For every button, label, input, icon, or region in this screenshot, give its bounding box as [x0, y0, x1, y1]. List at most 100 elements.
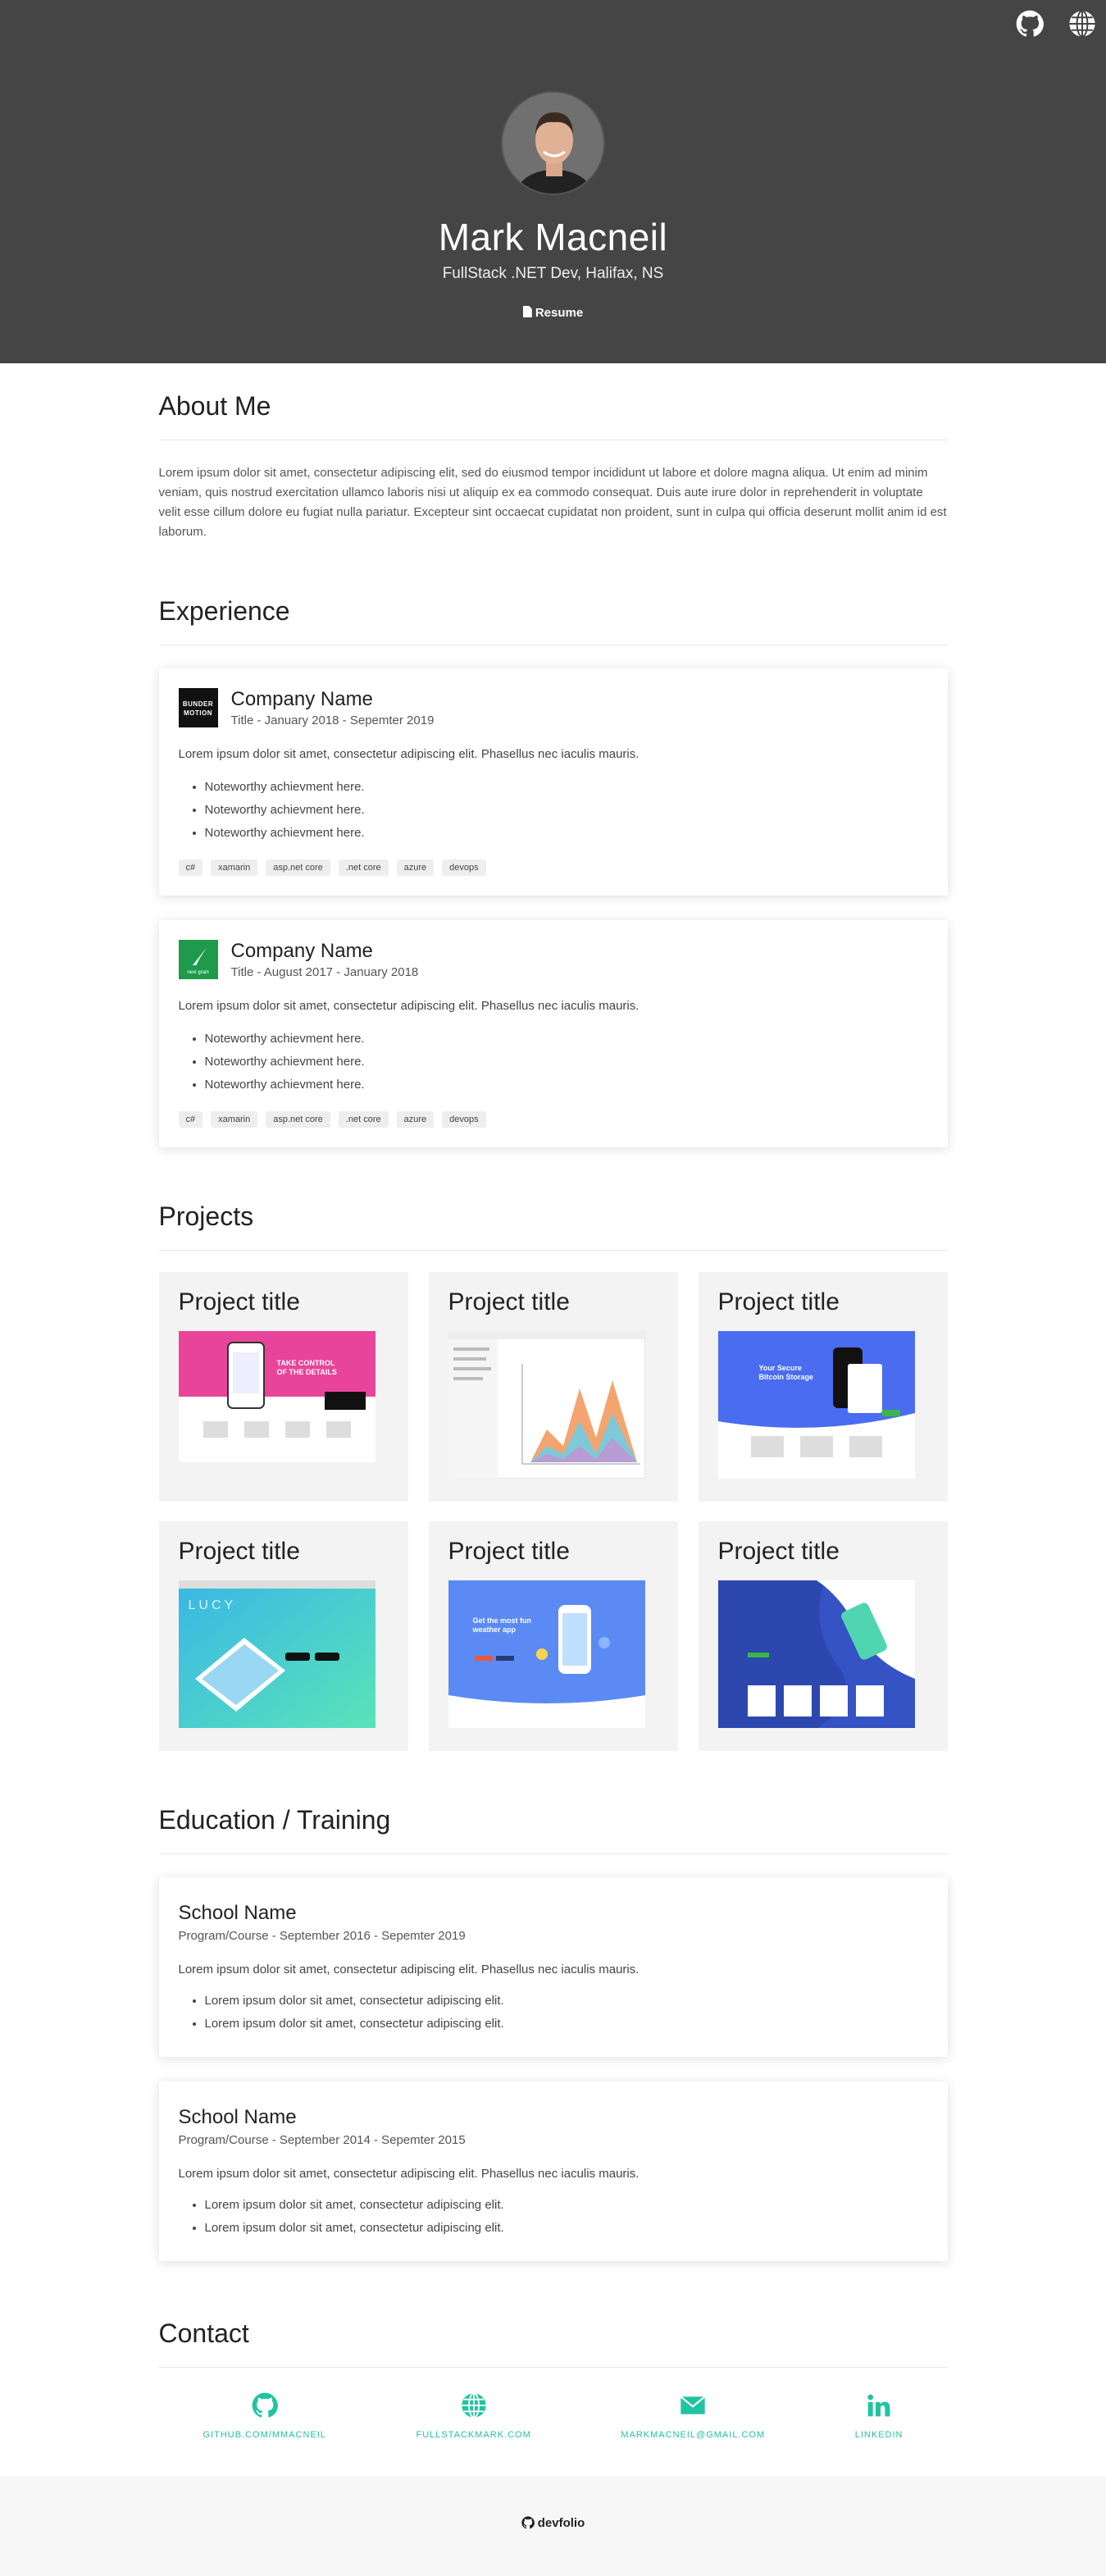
contact-email-link[interactable]: MARKMACNEIL@GMAIL.COM [621, 2392, 765, 2442]
project-title: Project title [717, 1288, 840, 1315]
projects-heading: Projects [158, 1201, 254, 1231]
project-card[interactable]: Project title Get the most fun weather a… [428, 1521, 678, 1751]
school-name: School Name [178, 2106, 297, 2128]
github-link[interactable] [1016, 10, 1044, 38]
footer-label: devfolio [537, 2516, 585, 2530]
job-meta: Title - January 2018 - Sepemter 2019 [230, 714, 435, 727]
education-card: School Name Program/Course - September 2… [158, 1877, 948, 2057]
project-card[interactable]: Project title Your Secure Bitcoin Storag… [698, 1272, 948, 1502]
avatar [501, 91, 605, 195]
project-grid: Project title TAKE CONTROL OF THE DETAIL… [158, 1272, 948, 1751]
document-icon [522, 306, 532, 317]
tag: .net core [338, 1111, 389, 1128]
company-logo-text: next grain [187, 970, 209, 975]
tag: azure [396, 859, 435, 876]
list-item: Noteworthy achievment here. [205, 1051, 928, 1074]
contact-website-link[interactable]: FULLSTACKMARK.COM [416, 2392, 531, 2442]
contact-links: GITHUB.COM/MMACNEIL FULLSTACKMARK.COM MA… [159, 2392, 948, 2442]
tag: azure [396, 1111, 435, 1128]
experience-card: next grain Company Name Title - August 2… [158, 920, 948, 1147]
resume-link[interactable]: Resume [522, 306, 584, 320]
project-screenshot-text: Get the most fun weather app [472, 1616, 532, 1634]
email-icon [680, 2396, 706, 2414]
github-icon [1016, 10, 1044, 37]
job-meta: Title - August 2017 - January 2018 [230, 965, 419, 979]
project-card[interactable]: Project title TAKE CONTROL OF THE DETAIL… [158, 1272, 408, 1502]
education-list: Lorem ipsum dolor sit amet, consectetur … [179, 2194, 928, 2240]
job-description: Lorem ipsum dolor sit amet, consectetur … [178, 999, 639, 1013]
project-screenshot-text: TAKE CONTROL OF THE DETAILS [276, 1359, 337, 1376]
company-logo: BUNDER MOTION [178, 688, 218, 727]
page-title: Mark Macneil [438, 216, 668, 258]
project-screenshot: Your Secure Bitcoin Storage [717, 1331, 915, 1479]
list-item: Noteworthy achievment here. [205, 776, 928, 799]
project-card[interactable]: Project title LUCY [158, 1521, 408, 1751]
globe-icon [1069, 10, 1095, 38]
experience-heading: Experience [158, 596, 290, 626]
project-card[interactable]: Project title [428, 1272, 678, 1502]
project-screenshot [717, 1580, 915, 1728]
tag: asp.net core [266, 859, 330, 876]
project-title: Project title [448, 1538, 570, 1565]
contact-section: Contact GITHUB.COM/MMACNEIL FULLSTACKMAR… [158, 2318, 948, 2442]
avatar-image [503, 93, 603, 194]
project-title: Project title [178, 1288, 300, 1315]
project-title: Project title [448, 1288, 570, 1315]
experience-section: Experience BUNDER MOTION Company Name Ti… [158, 596, 948, 1147]
achievement-list: Noteworthy achievment here. Noteworthy a… [179, 1028, 928, 1097]
project-screenshot: TAKE CONTROL OF THE DETAILS [178, 1331, 375, 1479]
website-link[interactable] [1068, 10, 1096, 38]
leaf-icon [192, 947, 207, 965]
project-screenshot: Get the most fun weather app [448, 1580, 645, 1728]
github-icon [252, 2392, 278, 2418]
linkedin-icon [867, 2394, 890, 2417]
header-social-links [1016, 10, 1096, 38]
contact-label: MARKMACNEIL@GMAIL.COM [621, 2430, 766, 2440]
contact-linkedin-link[interactable]: LINKEDIN [855, 2392, 903, 2442]
company-name: Company Name [230, 940, 373, 962]
list-item: Lorem ipsum dolor sit amet, consectetur … [205, 1990, 928, 2013]
list-item: Lorem ipsum dolor sit amet, consectetur … [205, 2013, 928, 2036]
tag: devops [442, 859, 486, 876]
globe-icon [461, 2392, 486, 2419]
education-heading: Education / Training [158, 1805, 391, 1835]
list-item: Noteworthy achievment here. [205, 822, 928, 845]
achievement-list: Noteworthy achievment here. Noteworthy a… [179, 776, 928, 845]
company-name: Company Name [230, 688, 373, 710]
tag: xamarin [211, 1111, 258, 1128]
github-icon [521, 2516, 535, 2529]
contact-heading: Contact [158, 2318, 249, 2348]
hero-header: Mark Macneil FullStack .NET Dev, Halifax… [0, 0, 1106, 363]
tag: c# [178, 859, 203, 876]
contact-label: LINKEDIN [854, 2430, 903, 2440]
job-description: Lorem ipsum dolor sit amet, consectetur … [178, 747, 639, 761]
project-screenshot-text: Your Secure Bitcoin Storage [758, 1364, 814, 1381]
tag: devops [442, 1111, 486, 1128]
contact-github-link[interactable]: GITHUB.COM/MMACNEIL [203, 2392, 326, 2442]
education-description: Lorem ipsum dolor sit amet, consectetur … [178, 1963, 639, 1976]
tag: c# [178, 1111, 203, 1128]
divider [158, 2367, 948, 2368]
footer-link[interactable]: devfolio [521, 2516, 585, 2530]
project-card[interactable]: Project title [698, 1521, 948, 1751]
education-section: Education / Training School Name Program… [158, 1805, 948, 2261]
tag: asp.net core [266, 1111, 330, 1128]
contact-label: GITHUB.COM/MMACNEIL [203, 2430, 326, 2440]
tag: .net core [338, 859, 389, 876]
project-screenshot: LUCY [178, 1580, 375, 1728]
list-item: Noteworthy achievment here. [205, 799, 928, 822]
tag-list: c# xamarin asp.net core .net core azure … [178, 859, 928, 876]
education-card: School Name Program/Course - September 2… [158, 2081, 948, 2261]
experience-card: BUNDER MOTION Company Name Title - Janua… [158, 668, 948, 896]
company-logo: next grain [178, 940, 218, 979]
divider [158, 1853, 948, 1854]
list-item: Lorem ipsum dolor sit amet, consectetur … [205, 2217, 928, 2240]
divider [158, 1250, 948, 1251]
resume-label: Resume [535, 306, 584, 320]
subtitle: FullStack .NET Dev, Halifax, NS [442, 265, 664, 282]
project-title: Project title [178, 1538, 300, 1565]
tag: xamarin [211, 859, 258, 876]
project-screenshot-text: LUCY [188, 1598, 237, 1612]
about-section: About Me Lorem ipsum dolor sit amet, con… [158, 363, 948, 542]
contact-label: FULLSTACKMARK.COM [416, 2430, 531, 2440]
